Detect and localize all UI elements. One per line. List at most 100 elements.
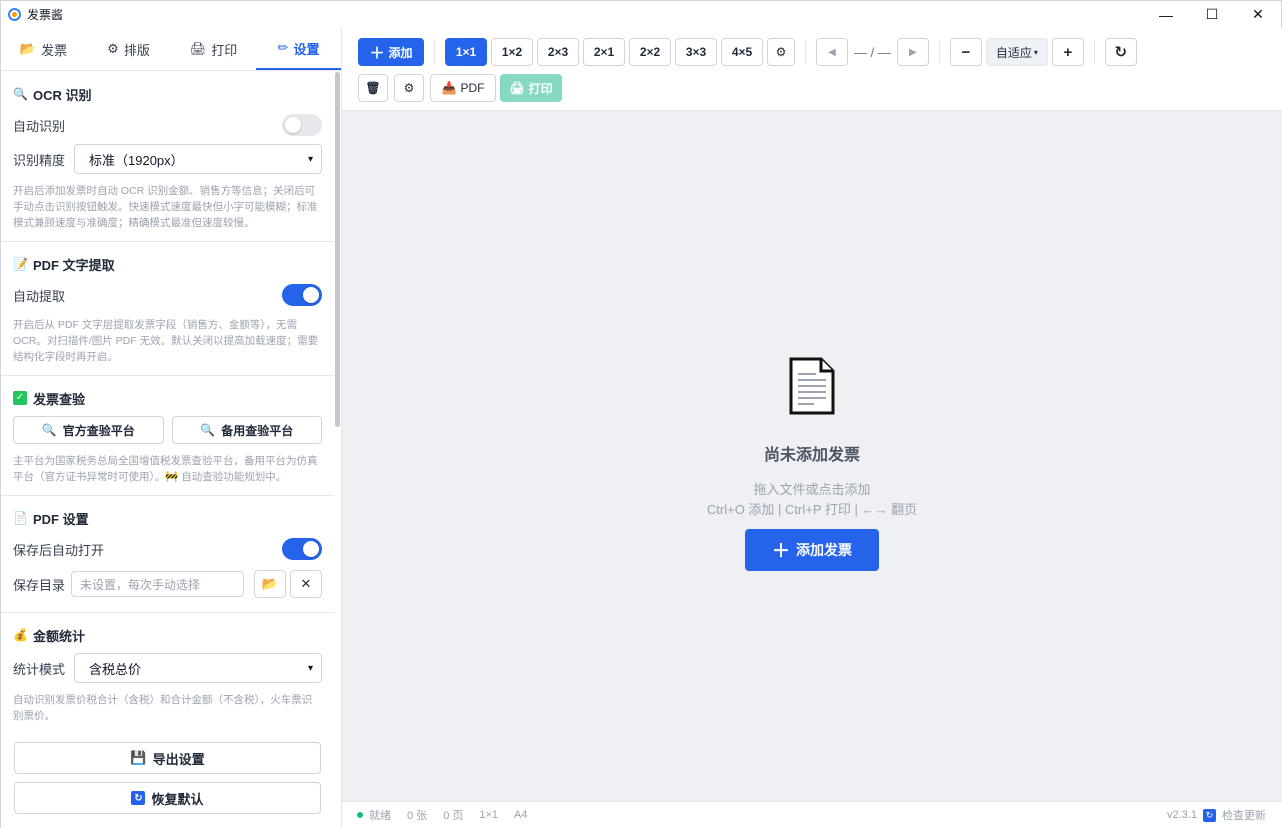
ocr-auto-toggle[interactable]	[282, 114, 322, 136]
clear-dir-button[interactable]: ✕	[290, 570, 322, 598]
print-settings-button[interactable]: ⚙	[394, 74, 424, 102]
sidebar-scrollbar[interactable]	[335, 72, 340, 427]
verify-section: ✓ 发票查验 🔍 官方查验平台 🔍 备用查验平台 主平台为国家税务总局全国增值税…	[1, 376, 334, 496]
status-pages: 0 页	[443, 810, 464, 822]
tab-settings[interactable]: ✏ 设置	[256, 28, 341, 70]
pencil-icon: ✏	[277, 40, 289, 55]
document-icon	[789, 357, 835, 415]
empty-state-title: 尚未添加发票	[763, 447, 860, 464]
toolbar-row-1: ＋ 添加 1×1 1×2 2×3 2×1 2×2 3×3 4×5 ⚙ ◀ — /…	[358, 38, 1137, 66]
section-title-text: PDF 文字提取	[33, 257, 115, 273]
pdf-extract-auto-row: 自动提取	[13, 282, 322, 308]
section-title-text: 金额统计	[33, 628, 86, 644]
printer-icon: 🖨	[509, 81, 525, 95]
zoom-out-button[interactable]: −	[949, 38, 982, 66]
check-update-link[interactable]: 检查更新	[1222, 807, 1266, 823]
pdf-settings-title: 📄 PDF 设置	[13, 508, 322, 528]
magnifier-icon: 🔍	[13, 87, 28, 101]
pdf-auto-open-label: 保存后自动打开	[13, 542, 105, 558]
tab-label: 发票	[41, 42, 68, 58]
ocr-precision-select[interactable]: 标准（1920px） ▾	[74, 144, 322, 174]
folder-icon: 📂	[19, 41, 37, 56]
layout-2x3-button[interactable]: 2×3	[537, 38, 579, 66]
close-icon: ✕	[300, 576, 312, 591]
gear-icon: ⚙	[403, 81, 415, 95]
add-button[interactable]: ＋ 添加	[358, 38, 424, 66]
refresh-button[interactable]: ↻	[1104, 38, 1137, 66]
refresh-icon: ↻	[1203, 808, 1216, 822]
layout-2x2-button[interactable]: 2×2	[629, 38, 671, 66]
preview-canvas[interactable]: 尚未添加发票 拖入文件或点击添加 Ctrl+O 添加 | Ctrl+P 打印 |…	[342, 111, 1282, 801]
window-title: 发票酱	[27, 8, 64, 22]
divider	[434, 40, 435, 64]
ocr-auto-label: 自动识别	[13, 118, 66, 134]
page-indicator: — / —	[854, 44, 891, 60]
add-invoice-button[interactable]: ＋ 添加发票	[745, 529, 879, 571]
layout-4x5-button[interactable]: 4×5	[721, 38, 763, 66]
zoom-select[interactable]: 自适应 ▾	[985, 38, 1048, 66]
button-label: 打印	[528, 81, 553, 96]
settings-panel: 🔍 OCR 识别 自动识别 识别精度 标准（1920px） ▾ 开启后添加发票时…	[1, 72, 334, 822]
button-label: 导出设置	[152, 751, 205, 767]
select-value: 含税总价	[89, 661, 142, 677]
tab-label: 打印	[211, 42, 238, 58]
status-dot	[357, 812, 363, 818]
amount-mode-row: 统计模式 含税总价 ▾	[13, 653, 322, 683]
official-verify-button[interactable]: 🔍 官方查验平台	[13, 416, 164, 444]
minimize-button[interactable]: —	[1143, 1, 1189, 28]
button-label: 官方查验平台	[62, 423, 135, 438]
app-logo-icon	[8, 8, 21, 21]
sidebar: 📂 发票 ⚙ 排版 🖨 打印 ✏ 设置 🔍 OCR 识别 自动识别 识别精度 标…	[1, 28, 342, 828]
app-window: 发票酱 — ☐ ✕ 📂 发票 ⚙ 排版 🖨 打印 ✏ 设置 🔍 OCR 识别 自…	[0, 0, 1282, 828]
zoom-in-button[interactable]: +	[1051, 38, 1084, 66]
layout-2x1-button[interactable]: 2×1	[583, 38, 625, 66]
refresh-icon: ↻	[1114, 44, 1128, 61]
maximize-button[interactable]: ☐	[1189, 1, 1235, 28]
pdf-auto-open-row: 保存后自动打开	[13, 536, 322, 562]
close-window-button[interactable]: ✕	[1235, 1, 1281, 28]
tab-print[interactable]: 🖨 打印	[171, 28, 256, 70]
backup-verify-button[interactable]: 🔍 备用查验平台	[171, 416, 322, 444]
divider	[805, 40, 806, 64]
chevron-down-icon: ▾	[1033, 47, 1038, 57]
verify-title: ✓ 发票查验	[13, 388, 322, 408]
layout-settings-button[interactable]: ⚙	[767, 38, 795, 66]
window-controls: — ☐ ✕	[1143, 1, 1281, 28]
pdf-extract-description: 开启后从 PDF 文字层提取发票字段（销售方、金额等），无需 OCR。对扫描件/…	[13, 319, 319, 363]
layout-3x3-button[interactable]: 3×3	[675, 38, 717, 66]
export-pdf-button[interactable]: 📥 PDF	[430, 74, 496, 102]
tab-invoices[interactable]: 📂 发票	[1, 28, 86, 70]
ocr-precision-label: 识别精度	[13, 152, 66, 168]
status-state: 就绪	[369, 810, 391, 822]
pdf-extract-toggle[interactable]	[282, 284, 322, 306]
check-box-icon: ✓	[13, 391, 27, 405]
document-icon: 📄	[13, 511, 28, 525]
layout-1x1-button[interactable]: 1×1	[445, 38, 487, 66]
divider	[1093, 40, 1095, 64]
zoom-label: 自适应	[995, 45, 1032, 60]
memo-icon: 📝	[13, 257, 28, 271]
pdf-extract-auto-label: 自动提取	[13, 288, 66, 304]
browse-folder-button[interactable]: 📂	[254, 570, 286, 598]
next-page-button[interactable]: ▶	[896, 38, 929, 66]
layout-1x2-button[interactable]: 1×2	[491, 38, 533, 66]
gear-icon: ⚙	[107, 41, 119, 56]
ocr-description: 开启后添加发票时自动 OCR 识别金额、销售方等信息；关闭后可手动点击识别按钮触…	[13, 185, 318, 229]
money-bag-icon: 💰	[13, 628, 28, 642]
prev-page-button[interactable]: ◀	[816, 38, 848, 66]
amount-mode-select[interactable]: 含税总价 ▾	[74, 653, 322, 683]
minus-icon: −	[961, 43, 971, 61]
plus-icon: +	[1063, 43, 1073, 61]
export-settings-button[interactable]: 💾 导出设置	[14, 742, 321, 774]
print-button[interactable]: 🖨 打印	[500, 74, 562, 102]
save-dir-input[interactable]: 未设置，每次手动选择	[71, 571, 244, 597]
reset-defaults-button[interactable]: ↻ 恢复默认	[14, 782, 321, 814]
tab-layout[interactable]: ⚙ 排版	[86, 28, 171, 70]
section-title-text: 发票查验	[33, 391, 86, 407]
pdf-auto-open-toggle[interactable]	[282, 538, 322, 560]
verify-buttons: 🔍 官方查验平台 🔍 备用查验平台	[13, 416, 322, 444]
ocr-section: 🔍 OCR 识别 自动识别 识别精度 标准（1920px） ▾ 开启后添加发票时…	[1, 72, 334, 242]
status-bar: 就绪 0 张 0 页 1×1 A4 v2.3.1 ↻ 检查更新	[342, 801, 1282, 828]
delete-button[interactable]: 🗑	[358, 74, 388, 102]
toolbar: ＋ 添加 1×1 1×2 2×3 2×1 2×2 3×3 4×5 ⚙ ◀ — /…	[342, 28, 1282, 111]
